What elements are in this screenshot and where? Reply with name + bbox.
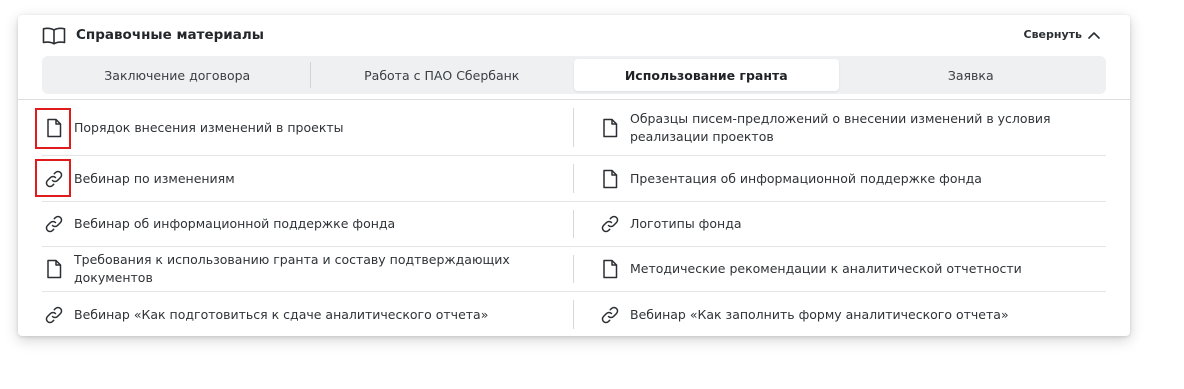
tab-application[interactable]: Заявка [839,59,1104,91]
list-item[interactable]: Вебинар по изменениям [42,156,573,201]
list-row: Порядок внесения изменений в проекты Обр… [42,100,1106,156]
chevron-up-icon [1088,31,1100,39]
document-icon [598,167,622,191]
document-icon [42,116,66,140]
column-divider [573,255,574,283]
column-divider [573,108,574,147]
tab-label: Заявка [947,67,994,83]
list-item-label: Логотипы фонда [630,216,742,231]
list-item-label: Вебинар «Как подготовиться к сдаче анали… [74,306,489,322]
link-icon [598,212,622,236]
tab-bar: Заключение договора Работа с ПАО Сбербан… [42,56,1106,94]
tab-label: Работа с ПАО Сбербанк [364,67,520,83]
tab-label: Заключение договора [104,67,251,83]
list-item-label: Вебинар «Как заполнить форму аналитическ… [630,306,1009,322]
tab-label: Использование гранта [624,67,788,83]
list-row: Вебинар «Как подготовиться к сдаче анали… [42,292,1106,336]
list-item[interactable]: Методические рекомендации к аналитическо… [598,247,1106,291]
link-icon [42,303,66,327]
list-item[interactable]: Вебинар «Как заполнить форму аналитическ… [598,292,1106,336]
document-icon [598,116,622,140]
panel-title: Справочные материалы [76,27,264,43]
column-divider [573,164,574,193]
list-item-label: Методические рекомендации к аналитическо… [630,261,1022,276]
list-item[interactable]: Требования к использованию гранта и сост… [42,247,573,291]
list-item[interactable]: Образцы писем-предложений о внесении изм… [598,100,1106,155]
document-icon [598,257,622,281]
materials-list: Порядок внесения изменений в проекты Обр… [42,100,1106,336]
list-item[interactable]: Порядок внесения изменений в проекты [42,100,573,155]
list-row: Требования к использованию гранта и сост… [42,247,1106,292]
list-item-label: Образцы писем-предложений о внесении изм… [630,110,1051,144]
column-divider [573,210,574,238]
column-divider [573,300,574,329]
list-item[interactable]: Вебинар «Как подготовиться к сдаче анали… [42,292,573,336]
list-item[interactable]: Логотипы фонда [598,202,1106,246]
list-item-label: Вебинар по изменениям [74,170,235,186]
tab-sberbank[interactable]: Работа с ПАО Сбербанк [309,59,575,91]
list-row: Вебинар об информационной поддержке фонд… [42,202,1106,247]
collapse-label: Свернуть [1023,28,1082,41]
list-item-label: Требования к использованию гранта и сост… [74,252,510,285]
collapse-button[interactable]: Свернуть [1024,28,1100,41]
list-item-label: Порядок внесения изменений в проекты [74,119,344,135]
tab-grant-usage[interactable]: Использование гранта [574,59,839,91]
tab-contract[interactable]: Заключение договора [45,59,310,91]
link-icon [42,167,66,191]
link-icon [598,303,622,327]
list-item-label: Презентация об информационной поддержке … [630,170,982,186]
book-icon [42,27,66,45]
panel-header: Справочные материалы Свернуть [18,15,1130,57]
link-icon [42,212,66,236]
list-item[interactable]: Презентация об информационной поддержке … [598,156,1106,201]
reference-materials-panel: Справочные материалы Свернуть Заключение… [18,15,1130,336]
list-item[interactable]: Вебинар об информационной поддержке фонд… [42,202,573,246]
list-item-label: Вебинар об информационной поддержке фонд… [74,216,396,231]
list-row: Вебинар по изменениям Презентация об инф… [42,156,1106,202]
document-icon [42,257,66,281]
